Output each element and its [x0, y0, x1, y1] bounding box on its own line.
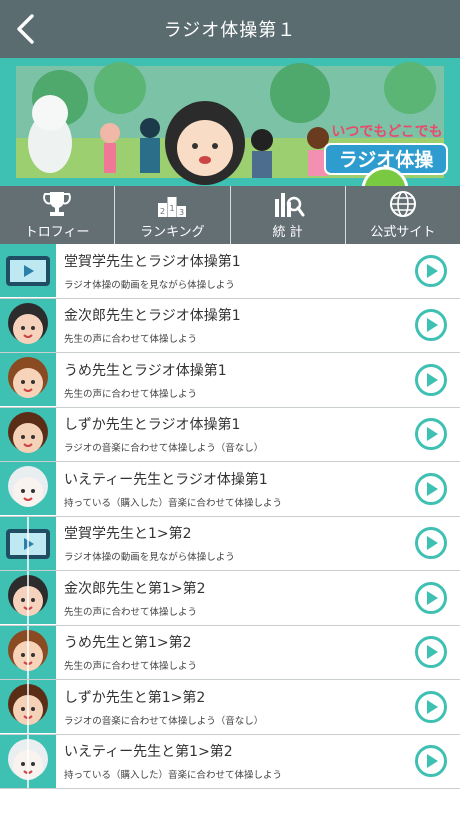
list-item[interactable]: 金次郎先生と第1>第2 先生の声に合わせて体操しよう: [0, 571, 460, 626]
ranking-label: ランキング: [140, 225, 205, 240]
globe-icon: [389, 191, 416, 217]
svg-text:1: 1: [170, 204, 175, 213]
svg-text:3: 3: [179, 208, 184, 217]
play-icon[interactable]: [414, 690, 448, 724]
list-item-title: 金次郎先生とラジオ体操第1: [64, 308, 241, 325]
list-item-title: うめ先生と第1>第2: [64, 635, 192, 652]
teacher-avatar: [0, 734, 56, 788]
list-item-subtitle: ラジオの音楽に合わせて体操しよう（音なし）: [64, 443, 264, 455]
play-icon[interactable]: [414, 635, 448, 669]
banner-logo-top: いつでもどこでも: [331, 124, 442, 140]
trophy-label: トロフィー: [24, 225, 90, 240]
teacher-avatar: [0, 407, 56, 461]
official-site-button[interactable]: 公式サイト: [346, 186, 460, 244]
ranking-button[interactable]: 2 1 3 ランキング: [115, 186, 231, 244]
play-icon[interactable]: [414, 526, 448, 560]
list-item[interactable]: うめ先生と第1>第2 先生の声に合わせて体操しよう: [0, 625, 460, 680]
list-item-title: うめ先生とラジオ体操第1: [64, 362, 227, 379]
list-item-subtitle: ラジオの音楽に合わせて体操しよう（音なし）: [64, 715, 264, 727]
stats-button[interactable]: 統 計: [231, 186, 346, 244]
list-item[interactable]: 堂賀学先生と1>第2 ラジオ体操の動画を見ながら体操しよう: [0, 516, 460, 571]
stats-icon: [274, 193, 305, 217]
toolbar: トロフィー 2 1 3 ランキング 統 計 公式サイト: [0, 186, 460, 244]
teacher-avatar: [0, 625, 56, 679]
list-item[interactable]: 金次郎先生とラジオ体操第1 先生の声に合わせて体操しよう: [0, 298, 460, 353]
list-item-subtitle: 持っている（購入した）音楽に合わせて体操しよう: [64, 770, 283, 782]
list-item-title: いえティー先生とラジオ体操第1: [64, 471, 268, 488]
banner-image: いつでもどこでも ラジオ体操: [0, 58, 460, 186]
teacher-avatar: [0, 244, 56, 298]
list-item-title: しずか先生とラジオ体操第1: [64, 417, 241, 434]
list-item-subtitle: ラジオ体操の動画を見ながら体操しよう: [64, 279, 235, 291]
list-item-subtitle: 先生の声に合わせて体操しよう: [64, 388, 198, 400]
list-item-subtitle: 先生の声に合わせて体操しよう: [64, 606, 198, 618]
list-item-subtitle: 先生の声に合わせて体操しよう: [64, 334, 198, 346]
official-site-label: 公式サイト: [370, 225, 436, 240]
exercise-list: 堂賀学先生とラジオ体操第1 ラジオ体操の動画を見ながら体操しよう 金次郎先生とラ…: [0, 244, 460, 789]
list-item[interactable]: 堂賀学先生とラジオ体操第1 ラジオ体操の動画を見ながら体操しよう: [0, 244, 460, 299]
play-icon[interactable]: [414, 581, 448, 615]
list-item-title: しずか先生と第1>第2: [64, 689, 206, 706]
teacher-avatar: [0, 353, 56, 407]
list-item-title: 堂賀学先生とラジオ体操第1: [64, 253, 241, 270]
list-item[interactable]: しずか先生と第1>第2 ラジオの音楽に合わせて体操しよう（音なし）: [0, 680, 460, 735]
list-item-subtitle: 先生の声に合わせて体操しよう: [64, 661, 198, 673]
play-icon[interactable]: [414, 363, 448, 397]
teacher-avatar: [0, 298, 56, 352]
list-item-subtitle: 持っている（購入した）音楽に合わせて体操しよう: [64, 497, 283, 509]
stats-label: 統 計: [272, 225, 303, 240]
trophy-icon: [43, 192, 72, 216]
list-item-subtitle: ラジオ体操の動画を見ながら体操しよう: [64, 552, 235, 564]
play-icon[interactable]: [414, 472, 448, 506]
play-icon[interactable]: [414, 744, 448, 778]
trophy-button[interactable]: トロフィー: [0, 186, 116, 244]
ranking-icon: 2 1 3: [158, 197, 187, 217]
page-title: ラジオ体操第１: [163, 20, 297, 41]
play-icon[interactable]: [414, 417, 448, 451]
play-icon[interactable]: [414, 308, 448, 342]
play-icon[interactable]: [414, 254, 448, 288]
list-item-title: 金次郎先生と第1>第2: [64, 580, 206, 597]
teacher-avatar: [0, 571, 56, 625]
list-item[interactable]: しずか先生とラジオ体操第1 ラジオの音楽に合わせて体操しよう（音なし）: [0, 407, 460, 462]
teacher-avatar: [0, 462, 56, 516]
list-item[interactable]: いえティー先生と第1>第2 持っている（購入した）音楽に合わせて体操しよう: [0, 734, 460, 789]
list-item[interactable]: いえティー先生とラジオ体操第1 持っている（購入した）音楽に合わせて体操しよう: [0, 462, 460, 517]
teacher-avatar: [0, 680, 56, 734]
list-item-title: いえティー先生と第1>第2: [64, 744, 233, 761]
teacher-avatar: [0, 516, 56, 570]
svg-text:2: 2: [160, 207, 165, 216]
list-item-title: 堂賀学先生と1>第2: [64, 526, 192, 543]
list-item[interactable]: うめ先生とラジオ体操第1 先生の声に合わせて体操しよう: [0, 353, 460, 408]
nav-bar: ラジオ体操第１: [0, 0, 460, 58]
